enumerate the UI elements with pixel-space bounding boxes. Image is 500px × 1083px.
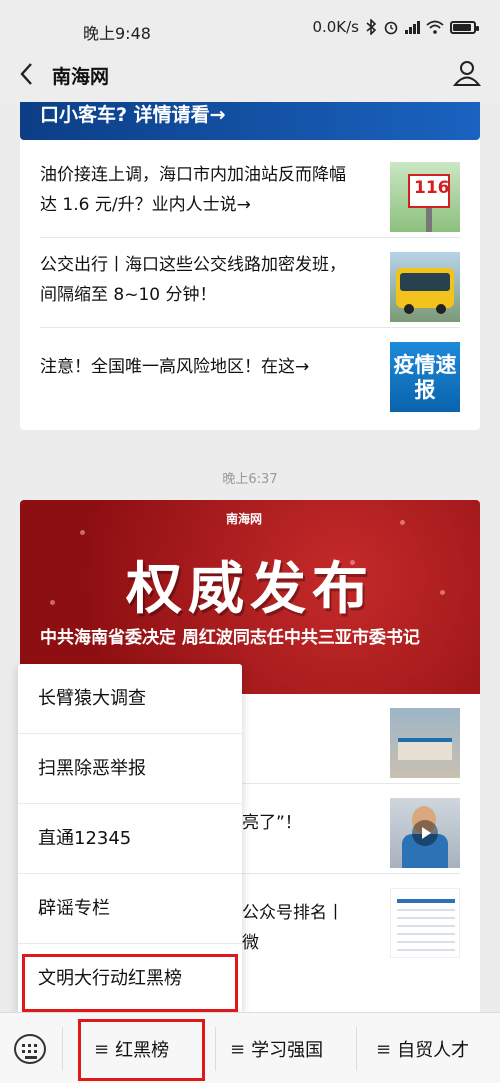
news-title: 公众号排名丨微: [242, 903, 344, 953]
highlight-box: [22, 954, 238, 1012]
profile-icon[interactable]: [452, 58, 482, 88]
news-thumbnail: [390, 708, 460, 778]
news-thumbnail: 疫情速报: [390, 342, 460, 412]
menu-item-gibbon-survey[interactable]: 长臂猿大调查: [18, 664, 242, 734]
list-item[interactable]: 油价接连上调，海口市内加油站反而降幅达 1.6 元/升？业内人士说→ 116: [20, 148, 480, 238]
message-timestamp: 晚上6:37: [222, 472, 278, 487]
menu-item-report-crime[interactable]: 扫黑除恶举报: [18, 734, 242, 804]
list-item[interactable]: 注意！全国唯一高风险地区！在这→ 疫情速报: [20, 328, 480, 418]
news-title: 注意！全国唯一高风险地区！在这→: [40, 357, 310, 377]
signal-icon: [405, 20, 420, 34]
play-icon: [412, 820, 438, 846]
menu-item-rumor-refute[interactable]: 辟谣专栏: [18, 874, 242, 944]
status-bar: 晚上9:48 0.0K/s: [0, 0, 500, 46]
news-thumbnail: 116: [390, 162, 460, 232]
bottom-menu-bar: ≡ 红黑榜 ≡ 学习强国 ≡ 自贸人才: [0, 1012, 500, 1083]
back-icon[interactable]: [16, 60, 38, 88]
tab-ftz-talent[interactable]: ≡ 自贸人才: [376, 1033, 469, 1065]
status-icons: 0.0K/s: [312, 18, 479, 36]
article-banner[interactable]: 口小客车? 详情请看→: [20, 102, 480, 140]
submenu-popup: 长臂猿大调查 扫黑除恶举报 直通12345 辟谣专栏 文明大行动红黑榜: [18, 664, 242, 1016]
tab-study-strong-nation[interactable]: ≡ 学习强国: [230, 1033, 323, 1065]
page-title: 南海网: [52, 66, 110, 88]
price-sign-text: 116: [414, 178, 450, 198]
alarm-icon: [384, 21, 398, 35]
hero-title: 权威发布: [126, 557, 374, 622]
bluetooth-icon: [366, 19, 377, 35]
news-title: 油价接连上调，海口市内加油站反而降幅达 1.6 元/升？业内人士说→: [40, 165, 346, 215]
wifi-icon: [426, 20, 444, 34]
menu-icon: ≡: [376, 1038, 392, 1060]
battery-icon: [450, 20, 479, 34]
highlight-box: [78, 1019, 205, 1081]
list-item[interactable]: 公交出行丨海口这些公交线路加密发班，间隔缩至 8~10 分钟！: [20, 238, 480, 328]
status-time: 晚上9:48: [83, 24, 151, 43]
news-thumbnail: [390, 798, 460, 868]
news-title: 公交出行丨海口这些公交线路加密发班，间隔缩至 8~10 分钟！: [40, 255, 346, 305]
banner-text: 口小客车? 详情请看→: [40, 104, 226, 126]
article-card: 口小客车? 详情请看→ 油价接连上调，海口市内加油站反而降幅达 1.6 元/升？…: [20, 102, 480, 430]
news-title: 亮了”！: [242, 813, 302, 833]
menu-icon: ≡: [230, 1038, 246, 1060]
net-speed: 0.0K/s: [312, 18, 359, 36]
keyboard-icon[interactable]: [14, 1034, 46, 1064]
hero-caption: 中共海南省委决定 周红波同志任中共三亚市委书记: [40, 628, 420, 648]
menu-item-hotline-12345[interactable]: 直通12345: [18, 804, 242, 874]
news-thumbnail: [390, 888, 460, 958]
nav-bar: 南海网: [0, 46, 500, 102]
nanhai-logo: 南海网: [226, 512, 263, 526]
news-thumbnail: [390, 252, 460, 322]
